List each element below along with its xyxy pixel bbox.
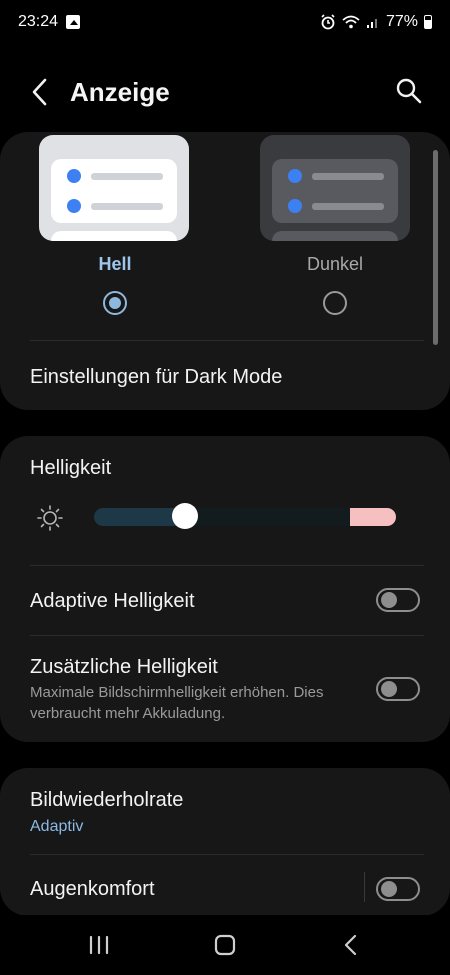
back-button[interactable] xyxy=(26,74,56,110)
alarm-icon xyxy=(321,14,335,30)
battery-icon xyxy=(424,15,432,29)
eye-comfort-toggle[interactable] xyxy=(376,877,420,901)
light-theme-preview[interactable] xyxy=(39,135,189,241)
refresh-rate-value: Adaptiv xyxy=(30,818,84,835)
brightness-card: Helligkeit Adaptive Helligkeit Zusätzlic… xyxy=(0,436,450,742)
dark-theme-label: Dunkel xyxy=(306,254,364,274)
extra-brightness-zone xyxy=(350,508,396,526)
recents-button[interactable] xyxy=(79,927,119,963)
refresh-rate-item[interactable]: Bildwiederholrate xyxy=(30,789,183,812)
extra-brightness-toggle[interactable] xyxy=(376,677,420,701)
divider xyxy=(30,635,424,636)
extra-brightness-label: Zusätzliche Helligkeit xyxy=(30,656,218,678)
dark-theme-radio[interactable] xyxy=(323,291,347,315)
adaptive-brightness-toggle[interactable] xyxy=(376,588,420,612)
divider xyxy=(30,854,424,855)
search-button[interactable] xyxy=(394,76,424,106)
recents-icon xyxy=(89,935,109,955)
navigation-bar xyxy=(0,915,450,975)
brightness-slider[interactable] xyxy=(94,508,396,526)
gallery-icon xyxy=(66,15,81,29)
status-time: 23:24 xyxy=(18,13,59,30)
home-icon xyxy=(214,934,236,956)
sun-icon xyxy=(37,505,63,531)
adaptive-brightness-label: Adaptive Helligkeit xyxy=(30,590,195,612)
divider xyxy=(30,340,424,341)
status-bar: 23:24 77% xyxy=(0,0,450,44)
nav-back-button[interactable] xyxy=(331,927,371,963)
battery-percent: 77% xyxy=(385,13,418,30)
brightness-slider-thumb[interactable] xyxy=(172,503,198,529)
back-icon xyxy=(344,934,357,956)
scrollbar[interactable] xyxy=(433,150,438,345)
wifi-icon xyxy=(342,15,360,29)
search-icon xyxy=(396,78,422,104)
app-bar: Anzeige xyxy=(0,62,450,122)
brightness-title: Helligkeit xyxy=(30,457,112,479)
vertical-separator xyxy=(364,872,365,902)
chevron-left-icon xyxy=(32,78,47,106)
theme-card: Hell Dunkel Einstellungen für Dark Mode xyxy=(0,132,450,410)
dark-theme-preview[interactable] xyxy=(260,135,410,241)
eye-comfort-item[interactable]: Augenkomfort xyxy=(30,878,155,901)
home-button[interactable] xyxy=(205,927,245,963)
display-options-card: Bildwiederholrate Adaptiv Augenkomfort xyxy=(0,768,450,916)
page-title: Anzeige xyxy=(70,77,170,107)
light-theme-label: Hell xyxy=(98,254,132,274)
light-theme-radio[interactable] xyxy=(103,291,127,315)
signal-icon xyxy=(366,19,377,28)
extra-brightness-description: Maximale Bildschirmhelligkeit erhöhen. D… xyxy=(30,684,324,722)
divider xyxy=(30,565,424,566)
dark-mode-settings-item[interactable]: Einstellungen für Dark Mode xyxy=(30,366,282,389)
